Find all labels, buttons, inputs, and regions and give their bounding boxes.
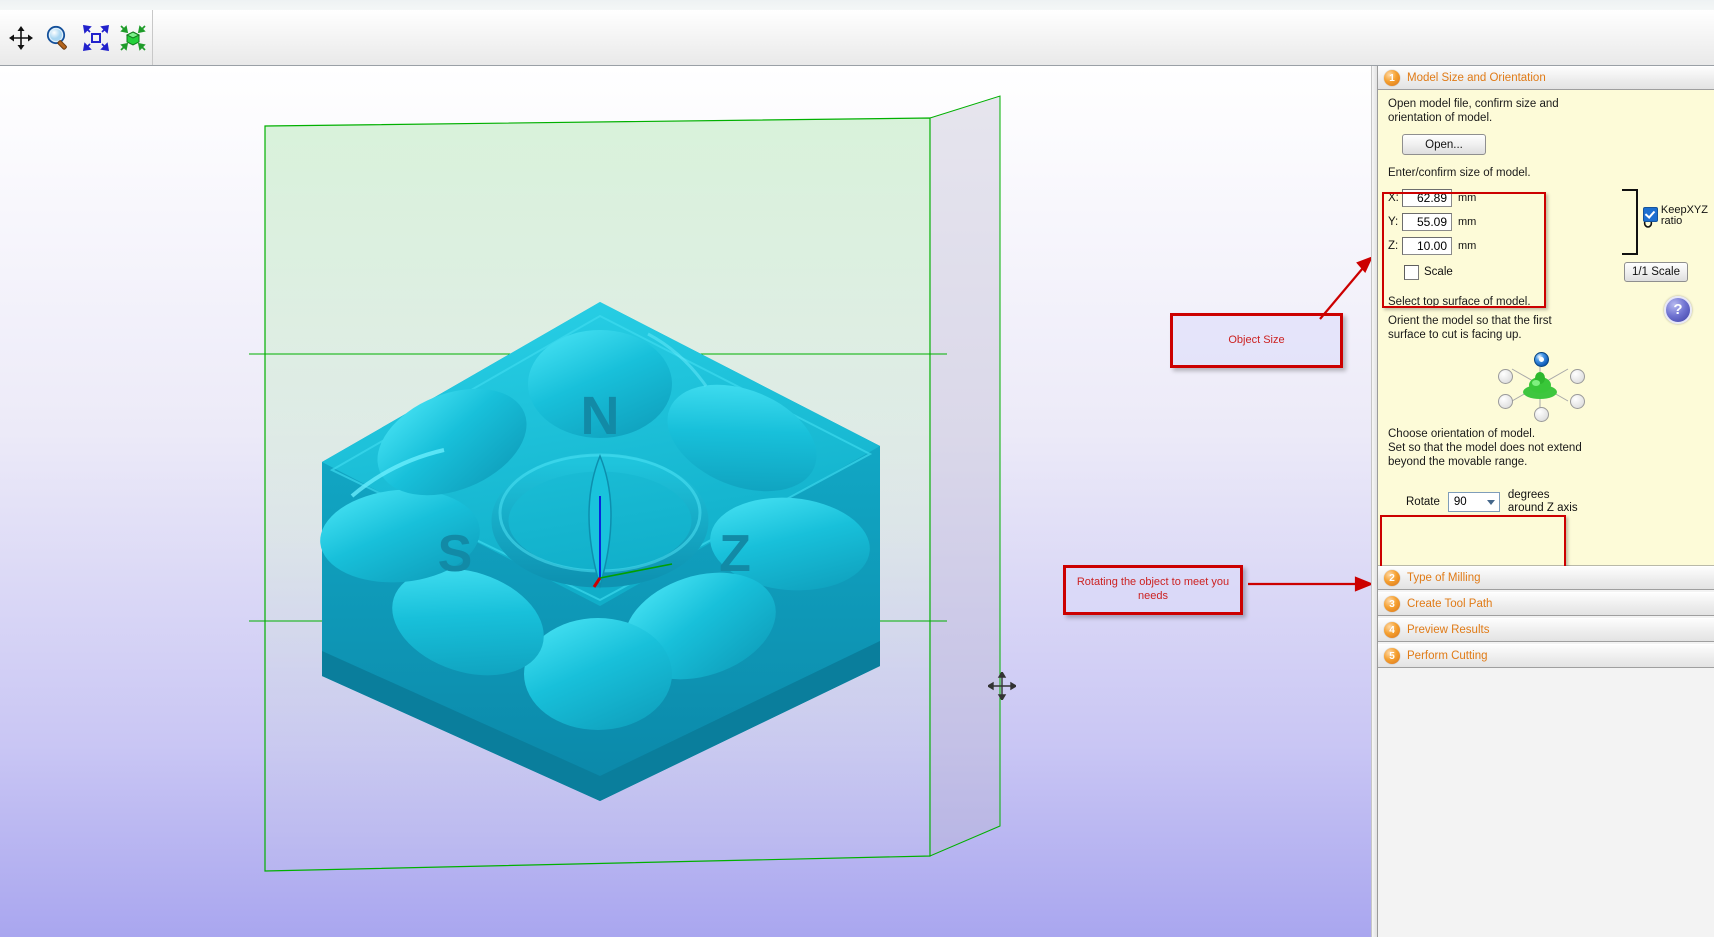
step-number-4: 4 <box>1384 622 1400 638</box>
top-surface-caption: Select top surface of model. <box>1388 295 1531 308</box>
step-title-4: Preview Results <box>1407 624 1490 636</box>
size-row-z: Z: mm <box>1388 235 1704 257</box>
rotate-highlight-box <box>1380 515 1566 569</box>
x-axis-label: X: <box>1388 191 1399 204</box>
fit-view-tool-button[interactable] <box>79 18 113 58</box>
compass-letter-n: N <box>581 386 620 446</box>
keep-ratio-label-line2: ratio <box>1660 215 1683 228</box>
step-number-5: 5 <box>1384 648 1400 664</box>
orient-hint-line2: surface to cut is facing up. <box>1388 328 1522 341</box>
z-axis-label: Z: <box>1388 239 1399 252</box>
rotate-suffix-line2: around Z axis <box>1507 501 1578 514</box>
step-title-5: Perform Cutting <box>1407 650 1488 662</box>
orient-hint-line1: Orient the model so that the first <box>1388 315 1552 328</box>
size-fields: X: mm Y: mm Z: mm <box>1388 187 1708 257</box>
keep-ratio-label-line1: Keep <box>1660 203 1687 216</box>
size-y-input[interactable] <box>1402 212 1452 231</box>
compass-letter-s: S <box>438 525 473 583</box>
scale-label: Scale <box>1424 266 1453 279</box>
x-unit-label: mm <box>1458 191 1477 204</box>
step-body-1: Open model file, confirm size and orient… <box>1378 90 1714 569</box>
rotate-object-callout-text: Rotating the object to meet you needs <box>1076 576 1230 602</box>
keep-ratio-control[interactable]: KeepXYZ ratio <box>1642 203 1708 228</box>
rotate-degrees-select[interactable]: 90 <box>1447 491 1500 512</box>
rotate-object-callout: Rotating the object to meet you needs <box>1063 565 1243 615</box>
rotate-suffix-line1: degrees <box>1507 489 1550 502</box>
compass-letter-e: Z <box>719 525 751 583</box>
step-header-3[interactable]: 3 Create Tool Path <box>1378 592 1714 616</box>
zoom-to-object-icon <box>120 24 146 51</box>
step-title-1: Model Size and Orientation <box>1407 72 1546 84</box>
step-number-3: 3 <box>1384 596 1400 612</box>
step-title-3: Create Tool Path <box>1407 598 1493 610</box>
keep-ratio-checkbox[interactable] <box>1642 206 1658 222</box>
step-header-2[interactable]: 2 Type of Milling <box>1378 566 1714 590</box>
fit-to-screen-icon <box>82 24 109 51</box>
size-caption: Enter/confirm size of model. <box>1388 167 1531 180</box>
scale-checkbox[interactable] <box>1404 264 1419 280</box>
size-x-input[interactable] <box>1402 188 1452 207</box>
step-number-2: 2 <box>1384 570 1400 586</box>
rotate-degrees-value: 90 <box>1453 495 1467 508</box>
rotate-row: Rotate 90 degrees around Z axis <box>1388 481 1704 522</box>
choose-orientation-group: Choose orientation of model. Set so that… <box>1388 428 1704 469</box>
open-model-button[interactable]: Open... <box>1402 134 1486 156</box>
pan-tool-button[interactable] <box>4 18 38 58</box>
step-number-1: 1 <box>1384 70 1400 86</box>
step-header-1[interactable]: 1 Model Size and Orientation <box>1378 66 1714 90</box>
choose-orientation-caption: Choose orientation of model. <box>1388 428 1536 441</box>
view-tools-group <box>0 10 153 65</box>
move-arrows-icon <box>8 25 33 50</box>
choose-orientation-line2: beyond the movable range. <box>1388 455 1528 468</box>
step-title-2: Type of Milling <box>1407 572 1481 584</box>
window-top-strip <box>0 0 1714 10</box>
top-surface-group: Select top surface of model. Orient the … <box>1388 295 1704 343</box>
magnifier-icon <box>47 25 68 50</box>
y-axis-label: Y: <box>1388 215 1399 228</box>
y-unit-label: mm <box>1458 215 1477 228</box>
step-header-4[interactable]: 4 Preview Results <box>1378 618 1714 642</box>
step-header-5[interactable]: 5 Perform Cutting <box>1378 644 1714 668</box>
rotate-label: Rotate <box>1406 495 1440 508</box>
wizard-panel: 1 Model Size and Orientation Open model … <box>1377 66 1714 937</box>
one-to-one-scale-button[interactable]: 1/1 Scale <box>1624 261 1688 282</box>
chevron-down-icon <box>1486 499 1495 505</box>
application-window: N S Z Object Size Rotating the object to… <box>0 0 1714 937</box>
size-z-input[interactable] <box>1402 236 1452 255</box>
orientation-model-thumbnail <box>1523 372 1557 400</box>
orientation-picker <box>1388 352 1704 423</box>
object-size-callout-text: Object Size <box>1228 333 1285 346</box>
main-toolbar <box>0 10 1714 66</box>
viewport-scene: N S Z <box>249 95 1001 872</box>
size-brace-decoration <box>1622 188 1638 255</box>
zoom-object-tool-button[interactable] <box>117 18 151 58</box>
object-size-callout: Object Size <box>1170 313 1343 368</box>
keep-ratio-suffix: XYZ <box>1686 203 1708 216</box>
model-viewport-3d[interactable]: N S Z Object Size Rotating the object to… <box>0 66 1371 937</box>
scale-row: Scale 1/1 Scale <box>1388 261 1704 282</box>
choose-orientation-line1: Set so that the model does not extend <box>1388 441 1582 454</box>
rotate-group: Rotate 90 degrees around Z axis <box>1388 481 1704 522</box>
question-mark-icon[interactable]: ? <box>1664 295 1692 324</box>
model-size-group: Enter/confirm size of model. X: mm Y: mm… <box>1388 167 1708 257</box>
zoom-tool-button[interactable] <box>42 18 76 58</box>
open-model-hint-line2: orientation of model. <box>1388 111 1493 124</box>
open-model-hint-line1: Open model file, confirm size and <box>1388 98 1559 110</box>
z-unit-label: mm <box>1458 239 1477 252</box>
